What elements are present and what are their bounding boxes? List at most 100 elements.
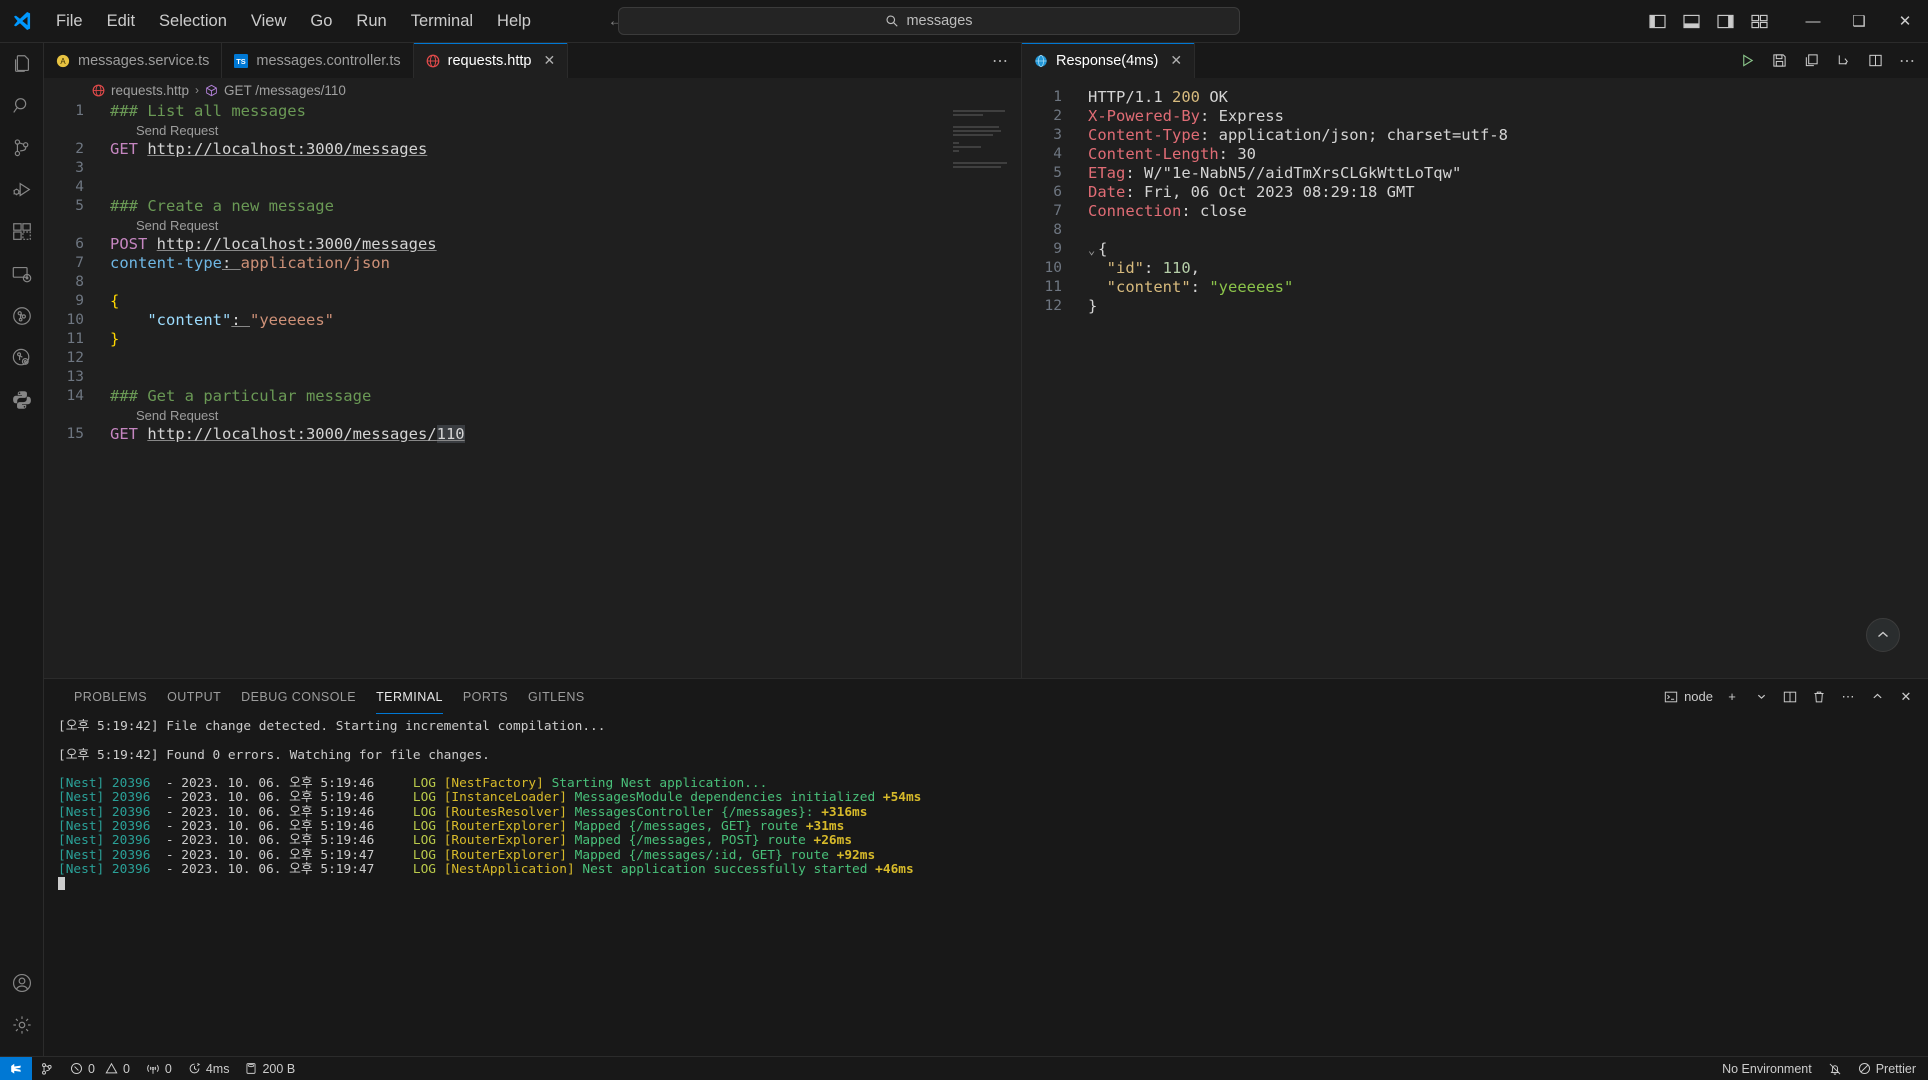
terminal-line: [Nest] 20396 - 2023. 10. 06. 오후 5:19:46 … xyxy=(58,776,768,792)
send-request-codelens[interactable]: Send Request xyxy=(44,121,1021,140)
environment-status[interactable]: No Environment xyxy=(1714,1057,1820,1080)
python-icon[interactable] xyxy=(0,379,44,421)
save-icon[interactable] xyxy=(1768,48,1790,74)
line-number: 5 xyxy=(1053,165,1062,181)
send-request-codelens[interactable]: Send Request xyxy=(44,406,1021,425)
terminal-shell-selector[interactable]: node xyxy=(1664,689,1713,704)
line-number: 7 xyxy=(75,255,84,271)
breadcrumb-file[interactable]: requests.http xyxy=(111,83,189,98)
panel-tab-ports[interactable]: PORTS xyxy=(453,679,518,714)
send-request-link[interactable]: Send Request xyxy=(136,121,218,140)
source-control-status[interactable] xyxy=(32,1057,62,1080)
maximize-panel-icon[interactable] xyxy=(1867,686,1887,708)
toggle-primary-sidebar-icon[interactable] xyxy=(1642,7,1672,35)
line-content: ### Get a particular message xyxy=(110,387,372,405)
svg-text:A: A xyxy=(60,57,66,66)
bottom-panel: PROBLEMS OUTPUT DEBUG CONSOLE TERMINAL P… xyxy=(44,678,1928,1056)
line-number: 8 xyxy=(1053,222,1062,238)
tab-response[interactable]: Response(4ms) ✕ xyxy=(1022,43,1196,78)
remote-explorer-icon[interactable] xyxy=(0,253,44,295)
toggle-panel-icon[interactable] xyxy=(1676,7,1706,35)
breadcrumb-symbol[interactable]: GET /messages/110 xyxy=(224,83,346,98)
panel-tab-gitlens[interactable]: GITLENS xyxy=(518,679,595,714)
vscode-logo-icon xyxy=(0,10,44,32)
ports-status[interactable]: 0 xyxy=(138,1057,180,1080)
code-editor-right[interactable]: 1 HTTP/1.1 200 OK 2 X-Powered-By: Express 3 C… xyxy=(1022,78,1928,678)
window-minimize-button[interactable]: — xyxy=(1790,0,1836,43)
line-number: 1 xyxy=(75,103,84,119)
menu-view[interactable]: View xyxy=(239,8,298,35)
tab-messages-controller-ts[interactable]: TS messages.controller.ts xyxy=(222,43,414,78)
more-actions-icon[interactable]: ⋯ xyxy=(989,48,1011,74)
command-center-search-input[interactable]: messages xyxy=(618,7,1240,35)
tab-close-icon[interactable]: ✕ xyxy=(1170,52,1182,69)
send-request-codelens[interactable]: Send Request xyxy=(44,216,1021,235)
menu-selection[interactable]: Selection xyxy=(147,8,239,35)
response-line: 10 "id": 110, xyxy=(1022,259,1928,278)
gitlens-inspect-icon[interactable] xyxy=(0,337,44,379)
line-content: X-Powered-By: Express xyxy=(1088,107,1284,125)
angular-file-icon: A xyxy=(56,54,70,68)
menu-go[interactable]: Go xyxy=(298,8,344,35)
response-size-status[interactable]: 200 B xyxy=(237,1057,303,1080)
request-duration-status[interactable]: 4ms xyxy=(180,1057,238,1080)
panel-tab-problems[interactable]: PROBLEMS xyxy=(64,679,157,714)
panel-tab-debug-console[interactable]: DEBUG CONSOLE xyxy=(231,679,366,714)
send-request-link[interactable]: Send Request xyxy=(136,406,218,425)
toggle-secondary-sidebar-icon[interactable] xyxy=(1710,7,1740,35)
search-sidebar-icon[interactable] xyxy=(0,85,44,127)
source-control-icon[interactable] xyxy=(0,127,44,169)
menu-help[interactable]: Help xyxy=(485,8,543,35)
fold-icon[interactable] xyxy=(1832,48,1854,74)
new-terminal-icon[interactable]: + xyxy=(1722,686,1742,708)
remote-window-indicator[interactable] xyxy=(0,1056,32,1080)
menu-edit[interactable]: Edit xyxy=(95,8,147,35)
terminal-cursor[interactable] xyxy=(58,877,1928,891)
run-and-debug-icon[interactable] xyxy=(0,169,44,211)
gitlens-icon[interactable] xyxy=(0,295,44,337)
notifications-icon[interactable] xyxy=(1820,1057,1850,1080)
scroll-to-top-button[interactable] xyxy=(1866,618,1900,652)
accounts-icon[interactable] xyxy=(0,962,44,1004)
response-line: 8 xyxy=(1022,221,1928,240)
minimap-left[interactable] xyxy=(953,110,1013,170)
chevron-down-icon[interactable] xyxy=(1751,686,1771,708)
terminal-line: [오후 5:19:42] Found 0 errors. Watching fo… xyxy=(58,747,490,763)
terminal-line: [Nest] 20396 - 2023. 10. 06. 오후 5:19:46 … xyxy=(58,804,868,820)
copy-icon[interactable] xyxy=(1800,48,1822,74)
menu-terminal[interactable]: Terminal xyxy=(399,8,485,35)
run-icon[interactable] xyxy=(1736,48,1758,74)
code-editor-left[interactable]: 1 ### List all messages Send Request 2 GET h… xyxy=(44,102,1021,678)
formatter-status[interactable]: Prettier xyxy=(1850,1057,1928,1080)
http-file-icon xyxy=(92,84,105,97)
tab-messages-service-ts[interactable]: A messages.service.ts xyxy=(44,43,223,78)
tab-label: messages.controller.ts xyxy=(256,52,401,69)
response-line: 11 "content": "yeeeees" xyxy=(1022,278,1928,297)
panel-tab-output[interactable]: OUTPUT xyxy=(157,679,231,714)
ports-count: 0 xyxy=(164,1061,172,1076)
explorer-icon[interactable] xyxy=(0,43,44,85)
send-request-link[interactable]: Send Request xyxy=(136,216,218,235)
panel-tab-terminal[interactable]: TERMINAL xyxy=(366,679,453,714)
extensions-icon[interactable] xyxy=(0,211,44,253)
terminal-output[interactable]: [오후 5:19:42] File change detected. Start… xyxy=(44,714,1928,1056)
more-actions-icon[interactable]: ⋯ xyxy=(1896,48,1918,74)
settings-gear-icon[interactable] xyxy=(0,1004,44,1046)
customize-layout-icon[interactable] xyxy=(1744,7,1774,35)
fold-chevron-icon[interactable]: ⌄ xyxy=(1088,241,1098,260)
split-editor-icon[interactable] xyxy=(1864,48,1886,74)
menu-run[interactable]: Run xyxy=(344,8,398,35)
close-panel-icon[interactable]: ✕ xyxy=(1896,686,1916,708)
more-actions-icon[interactable]: ⋯ xyxy=(1838,686,1858,708)
menu-file[interactable]: File xyxy=(44,8,95,35)
problems-status[interactable]: 0 0 xyxy=(62,1057,138,1080)
clock-icon xyxy=(188,1062,201,1075)
tab-close-icon[interactable]: ✕ xyxy=(543,52,555,69)
error-icon xyxy=(70,1062,83,1075)
window-close-button[interactable]: ✕ xyxy=(1882,0,1928,43)
window-maximize-button[interactable]: ❑ xyxy=(1836,0,1882,43)
status-bar: 0 0 0 4ms 200 B No Environment Prettier xyxy=(0,1056,1928,1080)
tab-requests-http[interactable]: requests.http ✕ xyxy=(413,43,569,78)
kill-terminal-icon[interactable] xyxy=(1809,686,1829,708)
split-terminal-icon[interactable] xyxy=(1780,686,1800,708)
